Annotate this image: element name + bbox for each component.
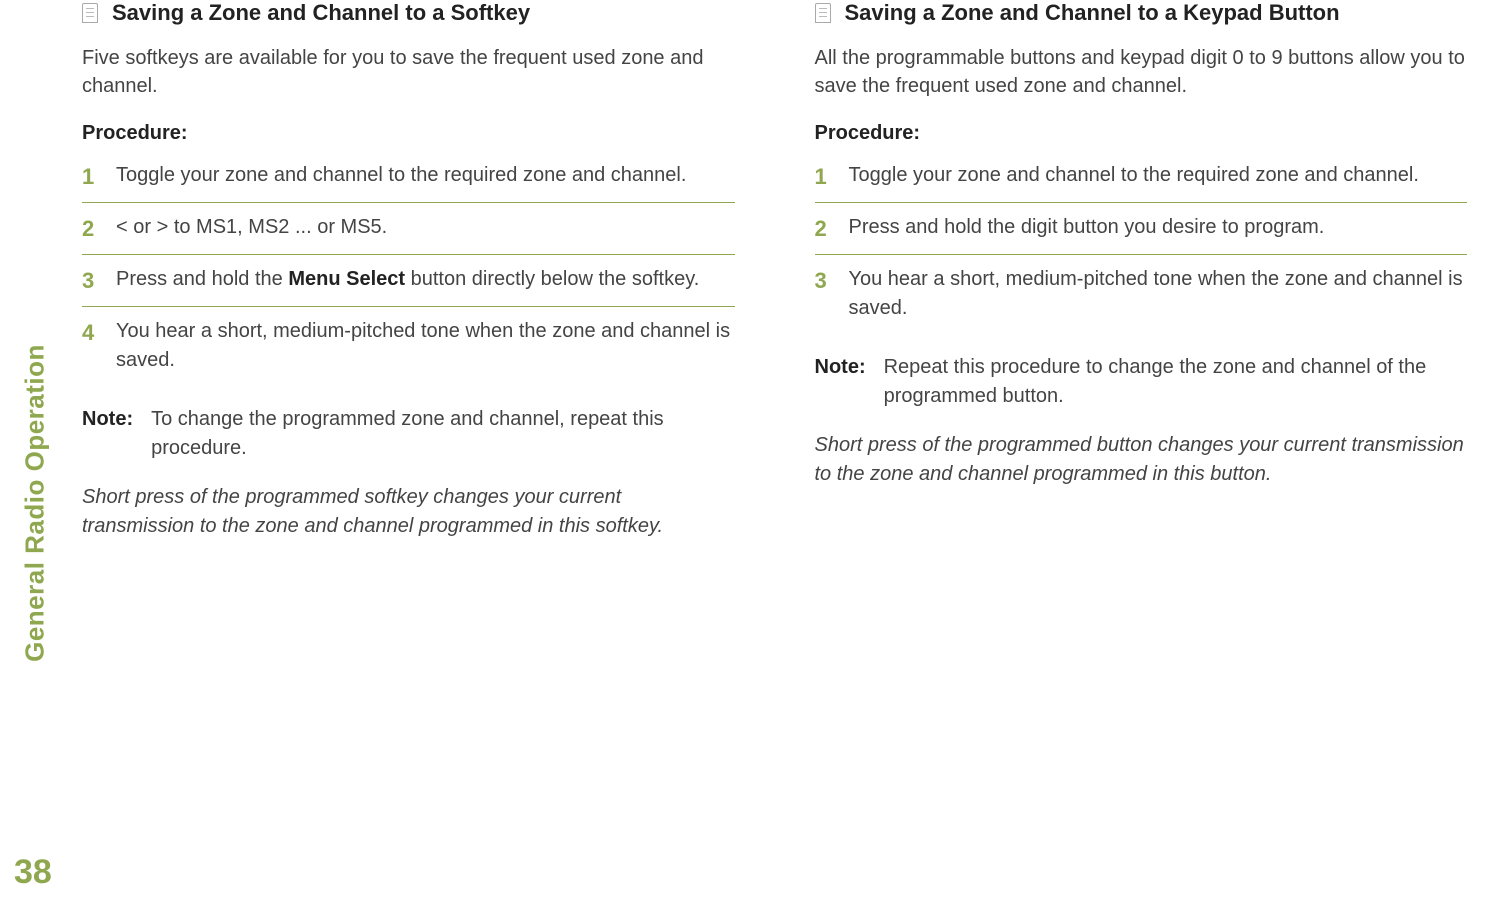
step-text: Toggle your zone and channel to the requ… [849, 164, 1419, 186]
left-column: Saving a Zone and Channel to a Softkey F… [82, 0, 735, 878]
step-text: < or > to MS1, MS2 ... or MS5. [116, 216, 387, 238]
step-bold-text: Menu Select [288, 268, 405, 290]
heading-text: Saving a Zone and Channel to a Keypad Bu… [845, 0, 1340, 26]
note-label: Note: [82, 405, 133, 463]
step-text: You hear a short, medium-pitched tone wh… [849, 268, 1463, 319]
section-label: General Radio Operation [20, 344, 51, 662]
steps-list-right: Toggle your zone and channel to the requ… [815, 161, 1468, 335]
step-text: Toggle your zone and channel to the requ… [116, 164, 686, 186]
heading-text: Saving a Zone and Channel to a Softkey [112, 0, 530, 26]
document-icon [82, 3, 98, 23]
step-text: Press and hold the digit button you desi… [849, 216, 1325, 238]
note-text: Repeat this procedure to change the zone… [884, 353, 1467, 411]
procedure-label: Procedure: [815, 122, 1468, 145]
step-item: Press and hold the Menu Select button di… [82, 265, 735, 307]
step-text: Press and hold the [116, 268, 288, 290]
italic-paragraph: Short press of the programmed softkey ch… [82, 483, 735, 541]
step-item: You hear a short, medium-pitched tone wh… [82, 317, 735, 387]
step-item: Toggle your zone and channel to the requ… [82, 161, 735, 203]
lead-text: Five softkeys are available for you to s… [82, 44, 735, 100]
italic-paragraph: Short press of the programmed button cha… [815, 431, 1468, 489]
section-heading-left: Saving a Zone and Channel to a Softkey [82, 0, 735, 26]
right-column: Saving a Zone and Channel to a Keypad Bu… [815, 0, 1468, 878]
step-item: Toggle your zone and channel to the requ… [815, 161, 1468, 203]
step-text: button directly below the softkey. [405, 268, 699, 290]
steps-list-left: Toggle your zone and channel to the requ… [82, 161, 735, 387]
document-icon [815, 3, 831, 23]
procedure-label: Procedure: [82, 122, 735, 145]
note-row: Note: Repeat this procedure to change th… [815, 353, 1468, 411]
page-number: 38 [14, 853, 52, 892]
step-item: Press and hold the digit button you desi… [815, 213, 1468, 255]
content-area: Saving a Zone and Channel to a Softkey F… [82, 0, 1467, 878]
lead-text: All the programmable buttons and keypad … [815, 44, 1468, 100]
step-item: < or > to MS1, MS2 ... or MS5. [82, 213, 735, 255]
note-label: Note: [815, 353, 866, 411]
step-item: You hear a short, medium-pitched tone wh… [815, 265, 1468, 335]
section-heading-right: Saving a Zone and Channel to a Keypad Bu… [815, 0, 1468, 26]
sidebar: General Radio Operation 38 [0, 0, 70, 898]
note-row: Note: To change the programmed zone and … [82, 405, 735, 463]
note-text: To change the programmed zone and channe… [151, 405, 734, 463]
step-text: You hear a short, medium-pitched tone wh… [116, 320, 730, 371]
